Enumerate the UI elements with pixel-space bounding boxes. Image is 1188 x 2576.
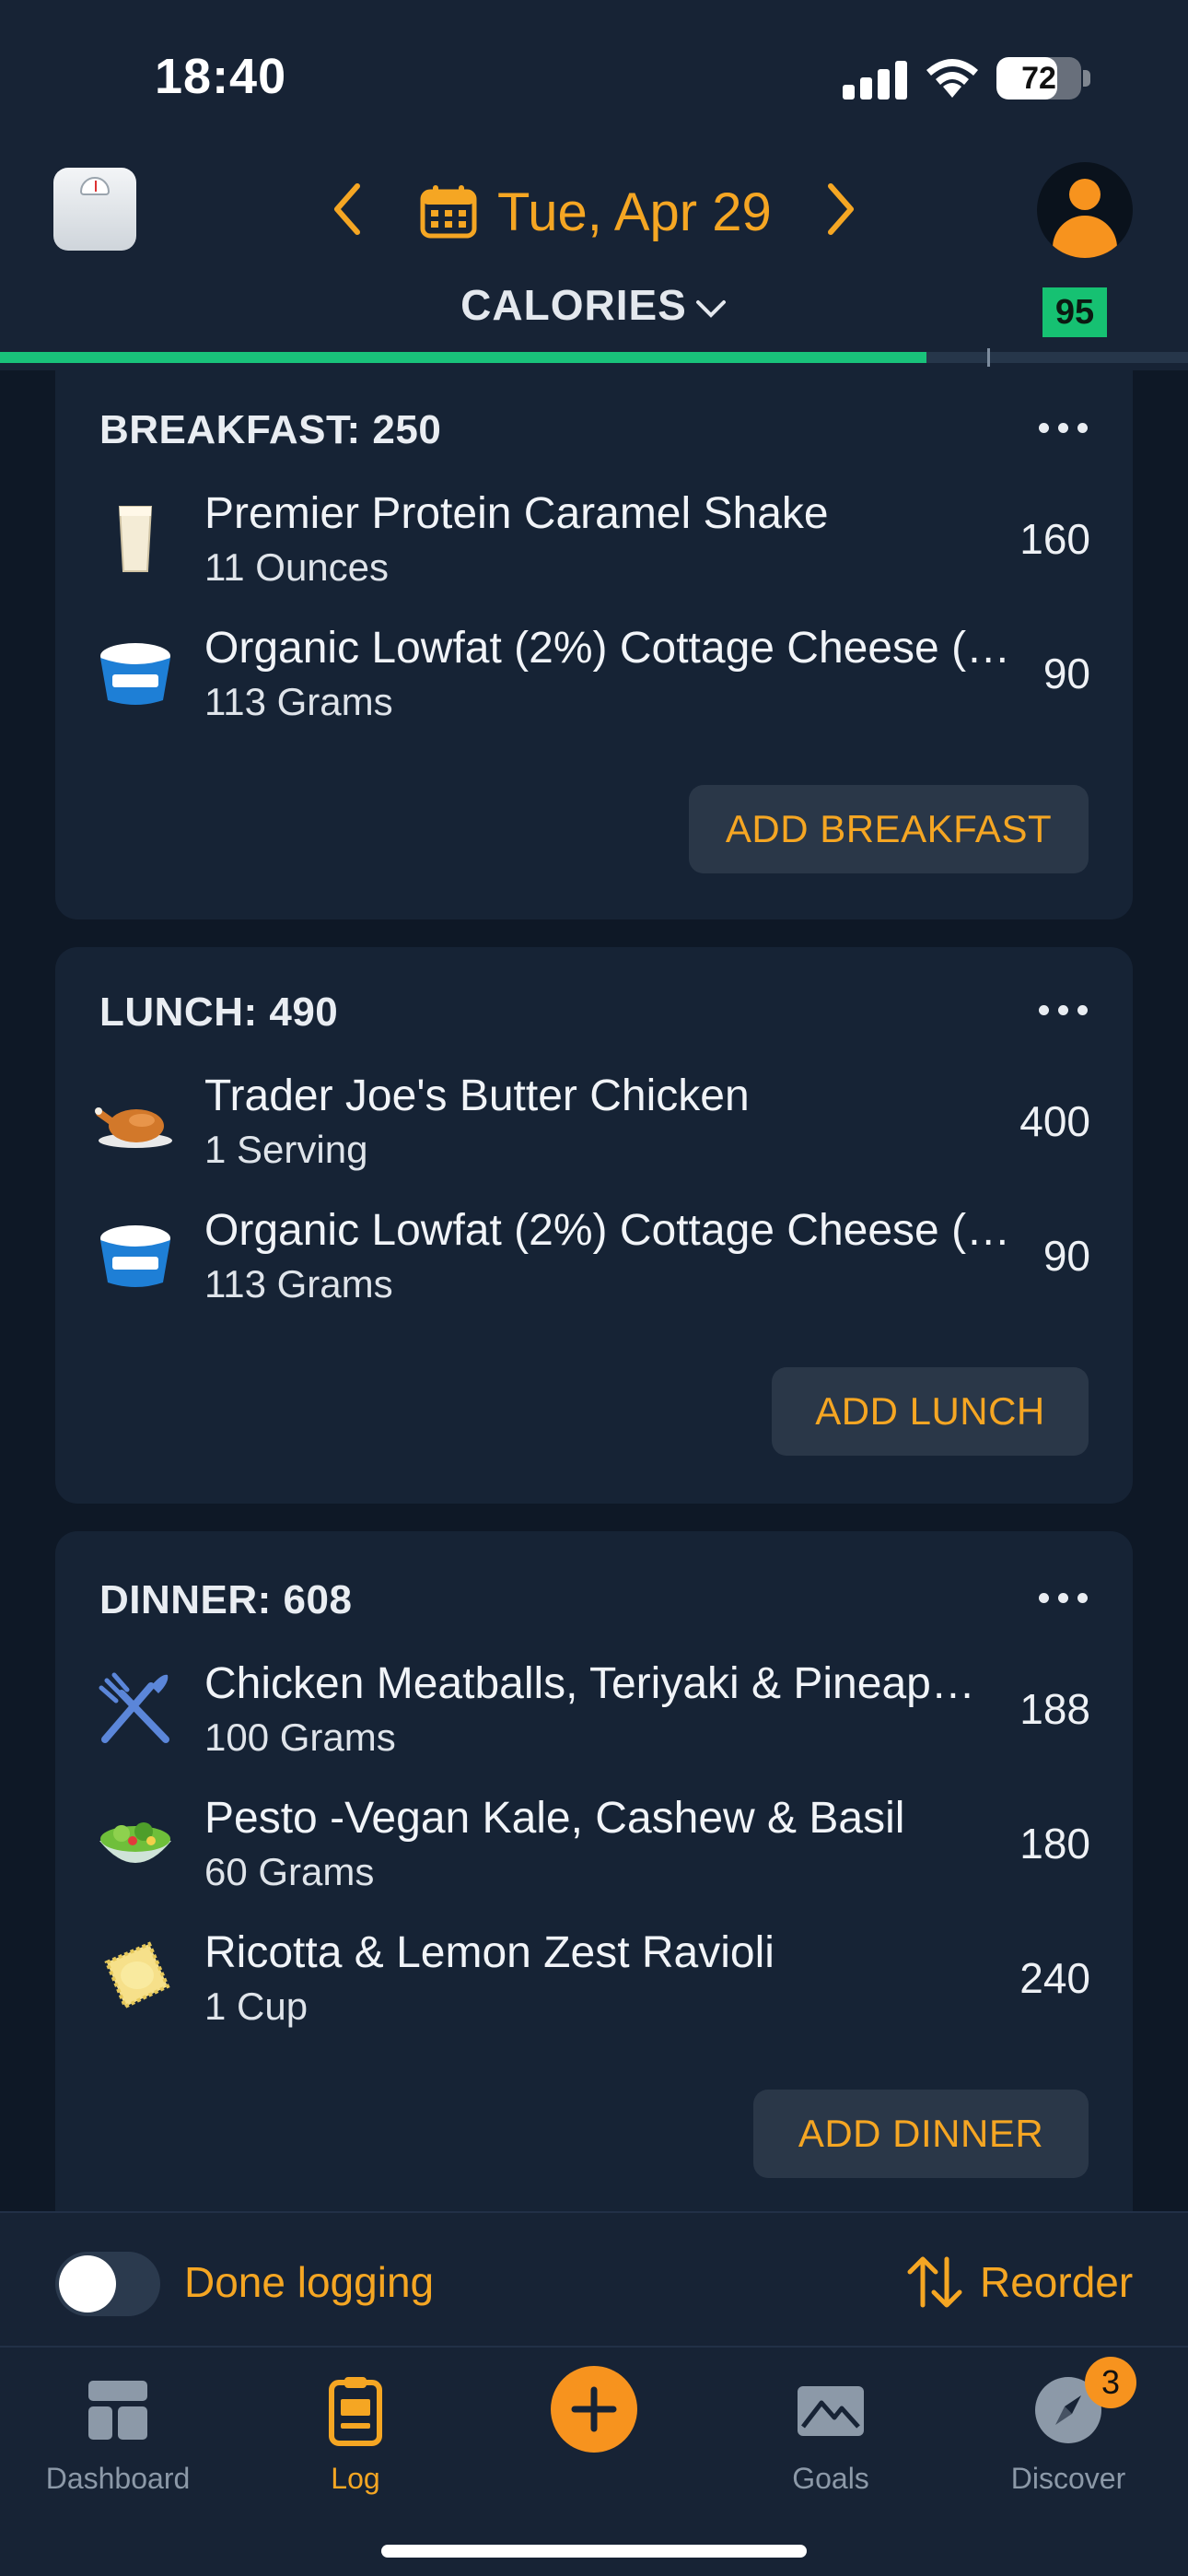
reorder-label[interactable]: Reorder xyxy=(980,2257,1133,2307)
food-name: Organic Lowfat (2%) Cottage Cheese (… xyxy=(204,1206,1011,1255)
tab-dashboard-label: Dashboard xyxy=(45,2462,191,2495)
progress-goal-marker xyxy=(987,348,990,367)
date-selector[interactable]: Tue, Apr 29 xyxy=(420,175,772,249)
food-row[interactable]: Trader Joe's Butter Chicken 1 Serving 40… xyxy=(55,1050,1133,1185)
done-logging-label[interactable]: Done logging xyxy=(184,2257,434,2307)
food-calories: 160 xyxy=(1019,515,1090,563)
lunch-title: LUNCH: 490 xyxy=(99,989,339,1035)
cottage-cheese-icon xyxy=(100,1225,170,1287)
food-row[interactable]: Premier Protein Caramel Shake 11 Ounces … xyxy=(55,468,1133,603)
food-quantity: 60 Grams xyxy=(204,1850,375,1893)
food-quantity: 11 Ounces xyxy=(204,545,390,589)
battery-percent: 72 xyxy=(1021,60,1056,96)
tab-goals[interactable]: Goals xyxy=(739,2364,923,2502)
food-calories: 400 xyxy=(1019,1097,1090,1145)
tab-log-label: Log xyxy=(331,2462,380,2495)
add-breakfast-button[interactable]: ADD BREAKFAST xyxy=(689,785,1089,873)
food-calories: 180 xyxy=(1019,1820,1090,1868)
food-quantity: 113 Grams xyxy=(204,1262,393,1306)
clipboard-icon xyxy=(329,2377,382,2446)
food-quantity: 1 Cup xyxy=(204,1985,309,2028)
done-logging-toggle[interactable] xyxy=(55,2252,160,2316)
status-bar: 18:40 72 xyxy=(0,0,1188,157)
food-name: Pesto -Vegan Kale, Cashew & Basil xyxy=(204,1794,905,1843)
breakfast-more-icon[interactable] xyxy=(1039,418,1089,437)
header: Tue, Apr 29 CALORIES 95 xyxy=(0,157,1188,370)
add-lunch-button[interactable]: ADD LUNCH xyxy=(772,1367,1089,1456)
score-badge[interactable]: 95 xyxy=(1042,287,1107,337)
avatar-icon[interactable] xyxy=(1037,162,1133,258)
add-dinner-button[interactable]: ADD DINNER xyxy=(753,2090,1089,2178)
shake-icon xyxy=(118,506,153,572)
cottage-cheese-icon xyxy=(100,643,170,705)
chevron-down-icon xyxy=(695,299,726,318)
wifi-icon xyxy=(926,59,978,98)
dashboard-icon xyxy=(88,2381,147,2440)
food-row[interactable]: Organic Lowfat (2%) Cottage Cheese (… 11… xyxy=(55,1185,1133,1319)
lunch-more-icon[interactable] xyxy=(1039,1001,1089,1019)
tab-goals-label: Goals xyxy=(792,2462,869,2495)
battery-nub xyxy=(1083,70,1090,87)
view-selector[interactable]: CALORIES xyxy=(0,280,1188,330)
calendar-icon xyxy=(420,185,477,239)
chevron-right-icon[interactable] xyxy=(807,177,871,241)
add-food-button[interactable] xyxy=(551,2366,637,2453)
food-row[interactable]: Organic Lowfat (2%) Cottage Cheese (… 11… xyxy=(55,603,1133,737)
cellular-signal-icon xyxy=(843,59,907,100)
tab-log[interactable]: Log xyxy=(263,2364,448,2502)
reorder-icon[interactable] xyxy=(904,2252,965,2313)
food-calories: 90 xyxy=(1042,650,1090,697)
discover-badge: 3 xyxy=(1085,2357,1136,2408)
food-quantity: 1 Serving xyxy=(204,1128,368,1171)
dinner-more-icon[interactable] xyxy=(1039,1588,1089,1607)
ravioli-icon xyxy=(104,1941,170,2009)
food-calories: 90 xyxy=(1042,1232,1090,1280)
meal-list[interactable]: BREAKFAST: 250 Premier Protein Caramel S… xyxy=(0,370,1188,2211)
food-row[interactable]: Ricotta & Lemon Zest Ravioli 1 Cup 240 xyxy=(55,1907,1133,2042)
calorie-progress-fill xyxy=(0,352,927,363)
chevron-left-icon[interactable] xyxy=(317,177,381,241)
calorie-progress-bar xyxy=(0,348,1188,367)
food-name: Ricotta & Lemon Zest Ravioli xyxy=(204,1928,775,1977)
fork-knife-icon xyxy=(99,1672,169,1743)
food-row[interactable]: Chicken Meatballs, Teriyaki & Pineap… 10… xyxy=(55,1638,1133,1773)
tab-discover-label: Discover xyxy=(1010,2462,1126,2495)
food-name: Premier Protein Caramel Shake xyxy=(204,489,829,538)
food-calories: 240 xyxy=(1019,1954,1090,2002)
food-calories: 188 xyxy=(1019,1685,1090,1733)
breakfast-card: BREAKFAST: 250 Premier Protein Caramel S… xyxy=(55,370,1133,919)
status-time: 18:40 xyxy=(155,49,287,104)
dinner-title: DINNER: 608 xyxy=(99,1577,353,1622)
food-row[interactable]: Pesto -Vegan Kale, Cashew & Basil 60 Gra… xyxy=(55,1773,1133,1907)
home-indicator xyxy=(381,2545,807,2558)
food-name: Organic Lowfat (2%) Cottage Cheese (… xyxy=(204,624,1011,673)
view-selector-label: CALORIES xyxy=(460,281,687,329)
scale-icon[interactable] xyxy=(53,168,136,251)
breakfast-title: BREAKFAST: 250 xyxy=(99,407,442,452)
salad-icon xyxy=(99,1822,171,1863)
dinner-card: DINNER: 608 Chicken Meatballs, Teriyaki … xyxy=(55,1531,1133,2211)
plus-icon xyxy=(571,2386,617,2432)
food-name: Trader Joe's Butter Chicken xyxy=(204,1071,750,1120)
food-quantity: 100 Grams xyxy=(204,1715,396,1759)
battery-icon: 72 xyxy=(996,57,1081,100)
tab-dashboard[interactable]: Dashboard xyxy=(26,2364,210,2502)
lunch-card: LUNCH: 490 Trader Joe's Butter Chicken 1… xyxy=(55,947,1133,1504)
toggle-knob xyxy=(59,2255,116,2313)
current-date: Tue, Apr 29 xyxy=(497,181,772,242)
food-log-screen: 18:40 72 Tue, Apr 29 CALORIES 95 BREAKFA… xyxy=(0,0,1188,2576)
log-action-bar: Done logging Reorder xyxy=(0,2211,1188,2346)
goals-icon xyxy=(798,2386,864,2436)
roast-chicken-icon xyxy=(95,1107,172,1148)
food-name: Chicken Meatballs, Teriyaki & Pineap… xyxy=(204,1659,975,1708)
tab-bar: Dashboard Log Goals Discover 3 xyxy=(0,2346,1188,2576)
food-quantity: 113 Grams xyxy=(204,680,393,723)
